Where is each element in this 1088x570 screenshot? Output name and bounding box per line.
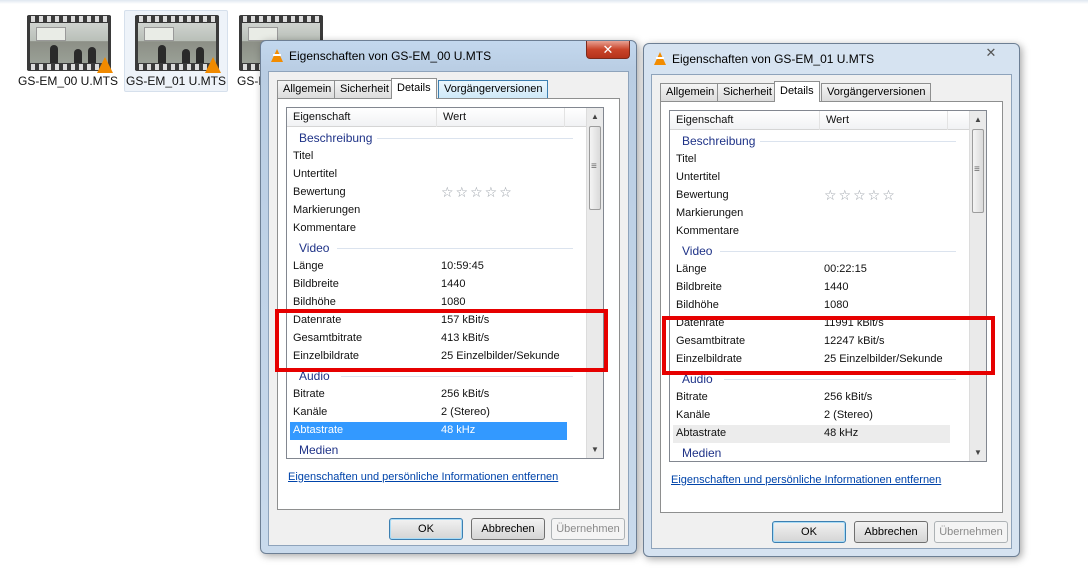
property-row[interactable]: Länge 10:59:45 [287,258,587,276]
close-button[interactable]: ✕ [586,41,630,59]
details-panel: Eigenschaft Wert Beschreibung Titel Unte… [660,101,1003,513]
property-row[interactable]: Kommentare [670,223,970,241]
group-header-beschreibung[interactable]: Beschreibung [670,131,970,151]
rating-stars-icon[interactable]: ☆☆☆☆☆ [441,184,514,201]
annotation-highlight-box-right [662,316,995,375]
property-list[interactable]: Eigenschaft Wert Beschreibung Titel Unte… [669,110,987,462]
group-header-video[interactable]: Video [287,238,587,258]
properties-dialog-gs-em-01: Eigenschaften von GS-EM_01 U.MTS ✕ Allge… [643,43,1020,557]
scroll-up-arrow-icon[interactable]: ▲ [587,108,603,125]
dialog-titlebar[interactable]: Eigenschaften von GS-EM_01 U.MTS ✕ [644,44,1019,74]
tab-vorgaengerversionen[interactable]: Vorgängerversionen [438,80,549,98]
property-row[interactable]: Kommentare [287,220,587,238]
remove-properties-link[interactable]: Eigenschaften und persönliche Informatio… [288,471,558,483]
list-header: Eigenschaft Wert [287,108,587,127]
scroll-down-arrow-icon[interactable]: ▼ [970,444,986,461]
tab-sicherheit[interactable]: Sicherheit [717,83,778,101]
scroll-up-arrow-icon[interactable]: ▲ [970,111,986,128]
file-name: GS-EM_00 U.MTS [17,74,119,88]
property-row[interactable]: Bildhöhe 1080 [670,297,970,315]
dialog-title: Eigenschaften von GS-EM_00 U.MTS [289,49,492,63]
ok-button[interactable]: OK [389,518,463,540]
group-header-medien[interactable]: Medien [670,443,970,461]
tab-details[interactable]: Details [391,78,437,99]
scroll-thumb[interactable] [972,129,984,213]
property-row[interactable]: Untertitel [670,169,970,187]
group-header-beschreibung[interactable]: Beschreibung [287,128,587,148]
property-row[interactable]: Bitrate 256 kBit/s [670,389,970,407]
property-row[interactable]: Kanäle 2 (Stereo) [670,407,970,425]
scroll-down-arrow-icon[interactable]: ▼ [587,441,603,458]
apply-button[interactable]: Übernehmen [551,518,625,540]
dialog-client: Allgemein Sicherheit Details Vorgängerve… [651,74,1012,549]
vertical-scrollbar[interactable]: ▲ ▼ [969,111,986,461]
tab-sicherheit[interactable]: Sicherheit [334,80,395,98]
rating-stars-icon[interactable]: ☆☆☆☆☆ [824,187,897,204]
annotation-highlight-box-left [275,309,608,372]
vlc-cone-icon [654,52,666,65]
cancel-button[interactable]: Abbrechen [854,521,928,543]
property-row[interactable]: Titel [287,148,587,166]
ok-button[interactable]: OK [772,521,846,543]
list-header: Eigenschaft Wert [670,111,970,130]
tab-vorgaengerversionen[interactable]: Vorgängerversionen [821,83,932,101]
property-row[interactable]: Bewertung ☆☆☆☆☆ [670,187,970,205]
properties-dialog-gs-em-00: Eigenschaften von GS-EM_00 U.MTS ✕ Allge… [260,40,637,554]
property-row[interactable]: Bitrate 256 kBit/s [287,386,587,404]
tab-details[interactable]: Details [774,81,820,102]
dialog-titlebar[interactable]: Eigenschaften von GS-EM_00 U.MTS ✕ [261,41,636,71]
property-row[interactable]: Untertitel [287,166,587,184]
vlc-cone-icon [97,57,113,73]
property-row[interactable]: Bewertung ☆☆☆☆☆ [287,184,587,202]
property-row[interactable]: Länge 00:22:15 [670,261,970,279]
apply-button[interactable]: Übernehmen [934,521,1008,543]
column-header-wert[interactable]: Wert [820,111,948,130]
tab-allgemein[interactable]: Allgemein [660,83,721,101]
scroll-thumb[interactable] [589,126,601,210]
property-list[interactable]: Eigenschaft Wert Beschreibung Titel Unte… [286,107,604,459]
property-row[interactable]: Kanäle 2 (Stereo) [287,404,587,422]
vlc-cone-icon [205,57,221,73]
file-name: GS-EM_01 U.MTS [125,74,227,88]
explorer-top-border [0,0,1088,4]
file-thumbnail-gs-em-01[interactable]: GS-EM_01 U.MTS [124,10,228,92]
column-header-eigenschaft[interactable]: Eigenschaft [670,111,820,130]
property-row[interactable]: Titel [670,151,970,169]
file-thumbnail-gs-em-00[interactable]: GS-EM_00 U.MTS [16,10,120,92]
details-panel: Eigenschaft Wert Beschreibung Titel Unte… [277,98,620,510]
property-row[interactable]: Markierungen [287,202,587,220]
close-button[interactable]: ✕ [969,44,1013,62]
vertical-scrollbar[interactable]: ▲ ▼ [586,108,603,458]
property-row[interactable]: Markierungen [670,205,970,223]
column-header-wert[interactable]: Wert [437,108,565,127]
property-row[interactable]: Bildbreite 1440 [670,279,970,297]
group-header-video[interactable]: Video [670,241,970,261]
cancel-button[interactable]: Abbrechen [471,518,545,540]
property-row[interactable]: Bildbreite 1440 [287,276,587,294]
group-header-medien[interactable]: Medien [287,440,587,458]
remove-properties-link[interactable]: Eigenschaften und persönliche Informatio… [671,474,941,486]
dialog-title: Eigenschaften von GS-EM_01 U.MTS [672,52,875,66]
property-row-selected[interactable]: Abtastrate 48 kHz [290,422,567,440]
property-row-selected[interactable]: Abtastrate 48 kHz [673,425,950,443]
tab-allgemein[interactable]: Allgemein [277,80,338,98]
vlc-cone-icon [271,49,283,62]
column-header-eigenschaft[interactable]: Eigenschaft [287,108,437,127]
